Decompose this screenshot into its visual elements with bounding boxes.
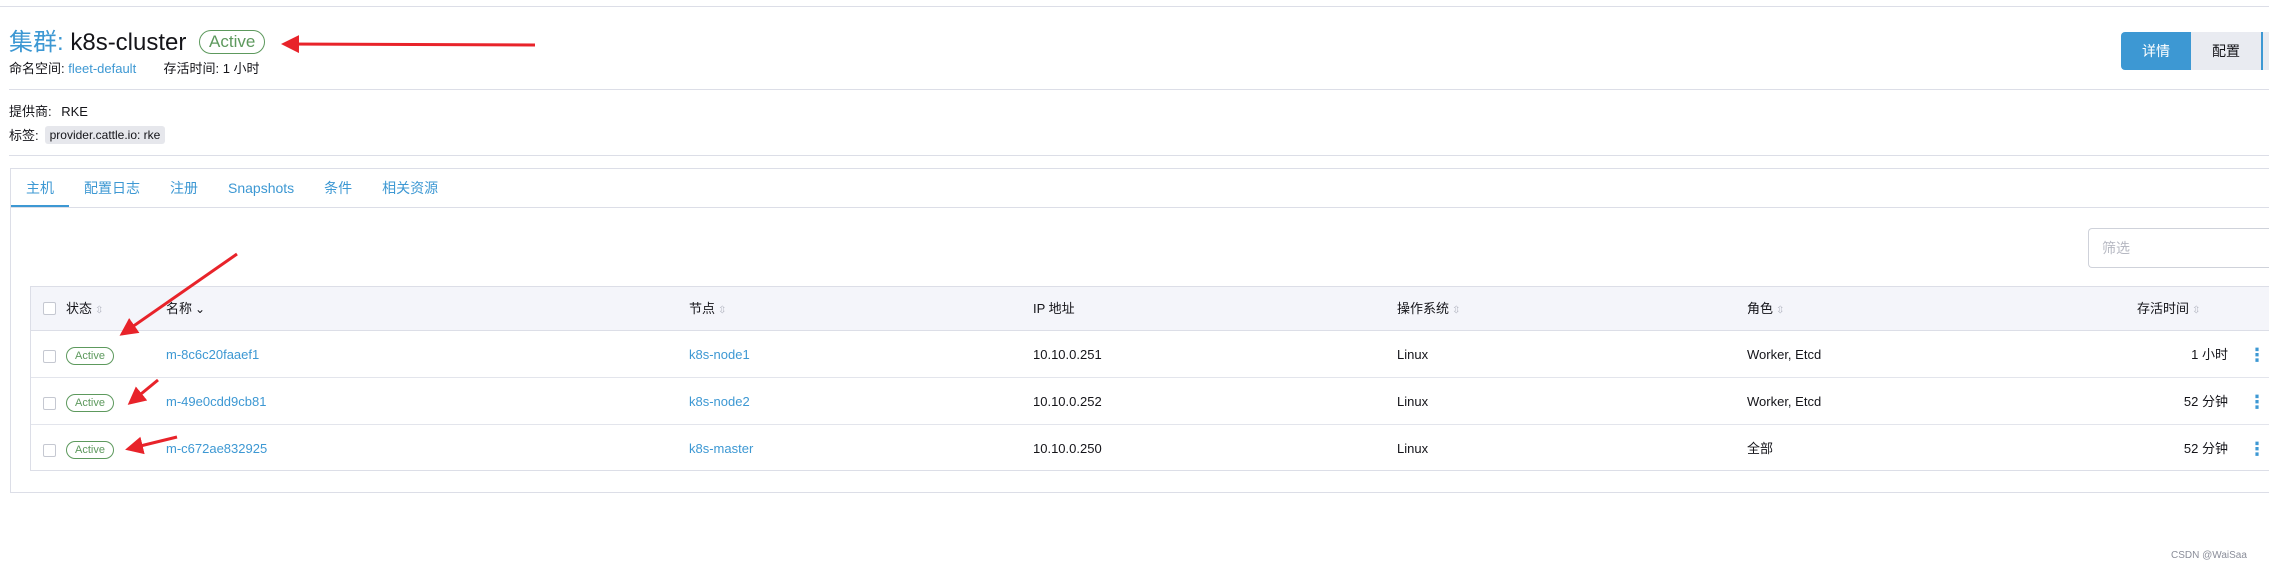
provider-row: 提供商: RKE	[9, 101, 88, 120]
row-actions-kebab-icon[interactable]: ⋮	[2248, 332, 2266, 378]
row-checkbox[interactable]	[43, 444, 56, 457]
tab-provisioning-log[interactable]: 配置日志	[69, 169, 155, 207]
table-header	[31, 287, 2269, 331]
column-header-os[interactable]: 操作系统 ⇳	[1397, 287, 1460, 331]
table-row	[31, 426, 2269, 472]
namespace-link[interactable]: fleet-default	[68, 61, 136, 76]
roles-value: Worker, Etcd	[1747, 347, 1822, 362]
tab-underline	[11, 207, 2269, 208]
sort-icon: ⇳	[1452, 305, 1461, 316]
sort-icon: ⇳	[1776, 305, 1785, 316]
row-actions-kebab-icon[interactable]: ⋮	[2248, 379, 2266, 425]
age-value: 1 小时	[2191, 347, 2228, 362]
tab-registration[interactable]: 注册	[155, 169, 213, 207]
cluster-name: k8s-cluster	[70, 29, 187, 56]
sort-icon: ⇳	[2192, 305, 2201, 316]
namespace-label: 命名空间:	[9, 61, 65, 76]
config-button[interactable]: 配置	[2191, 32, 2261, 70]
column-header-state[interactable]: 状态 ⇳	[66, 287, 103, 331]
tab-snapshots[interactable]: Snapshots	[213, 169, 309, 207]
select-all-checkbox[interactable]	[43, 302, 56, 315]
provider-label: 提供商:	[9, 104, 52, 119]
sort-icon: ⇳	[95, 305, 104, 316]
row-checkbox[interactable]	[43, 350, 56, 363]
os-value: Linux	[1397, 441, 1429, 456]
detail-button[interactable]: 详情	[2121, 32, 2191, 70]
table-row	[31, 379, 2269, 425]
column-header-roles[interactable]: 角色 ⇳	[1747, 287, 1784, 331]
ip-address: 10.10.0.250	[1033, 441, 1102, 456]
column-header-node[interactable]: 节点 ⇳	[689, 287, 726, 331]
row-status-badge: Active	[66, 440, 114, 459]
column-header-name[interactable]: 名称 ⌄	[166, 287, 205, 331]
column-header-ip: IP 地址	[1033, 301, 1075, 316]
age-value: 1 小时	[222, 61, 260, 76]
cluster-status-badge: Active	[199, 30, 266, 54]
labels-row: 标签: provider.cattle.io: rke	[9, 125, 166, 144]
age-label: 存活时间:	[163, 61, 220, 76]
machine-name-link[interactable]: m-49e0cdd9cb81	[166, 379, 266, 425]
sort-icon: ⇳	[718, 305, 727, 316]
machine-name-link[interactable]: m-8c6c20faaef1	[166, 332, 259, 378]
node-link[interactable]: k8s-node1	[689, 332, 750, 378]
column-header-age[interactable]: 存活时间 ⇳	[2137, 287, 2200, 331]
info-divider	[9, 155, 2269, 156]
view-mode-toggle: 详情 配置	[2121, 32, 2269, 70]
cluster-meta: 命名空间: fleet-default 存活时间: 1 小时	[9, 58, 260, 77]
age-value: 52 分钟	[2183, 394, 2228, 409]
ip-address: 10.10.0.252	[1033, 394, 1102, 409]
row-status-badge: Active	[66, 346, 114, 365]
more-actions-button[interactable]	[2261, 32, 2269, 70]
top-border	[0, 6, 2269, 7]
age-value: 52 分钟	[2183, 441, 2228, 456]
roles-value: 全部	[1747, 441, 1774, 456]
roles-value: Worker, Etcd	[1747, 394, 1822, 409]
ip-address: 10.10.0.251	[1033, 347, 1102, 362]
page-title: 集群: k8s-cluster Active	[9, 22, 266, 57]
watermark: CSDN @WaiSaa	[2171, 550, 2247, 561]
row-checkbox[interactable]	[43, 397, 56, 410]
node-link[interactable]: k8s-master	[689, 426, 753, 472]
resource-kind-link[interactable]: 集群:	[9, 29, 64, 56]
header-divider	[9, 89, 2269, 90]
row-actions-kebab-icon[interactable]: ⋮	[2248, 426, 2266, 472]
tab-bar: 主机 配置日志 注册 Snapshots 条件 相关资源	[11, 169, 453, 207]
sort-desc-icon: ⌄	[195, 302, 206, 316]
row-status-badge: Active	[66, 393, 114, 412]
tab-machines[interactable]: 主机	[11, 169, 69, 207]
machine-name-link[interactable]: m-c672ae832925	[166, 426, 267, 472]
tab-related-resources[interactable]: 相关资源	[367, 169, 453, 207]
annotation-arrow	[281, 35, 536, 54]
table-row	[31, 332, 2269, 378]
tab-conditions[interactable]: 条件	[309, 169, 367, 207]
node-link[interactable]: k8s-node2	[689, 379, 750, 425]
provider-value: RKE	[61, 104, 88, 119]
filter-input[interactable]: 筛选	[2088, 228, 2269, 268]
os-value: Linux	[1397, 394, 1429, 409]
labels-label: 标签:	[9, 128, 39, 143]
os-value: Linux	[1397, 347, 1429, 362]
label-tag: provider.cattle.io: rke	[44, 125, 166, 144]
